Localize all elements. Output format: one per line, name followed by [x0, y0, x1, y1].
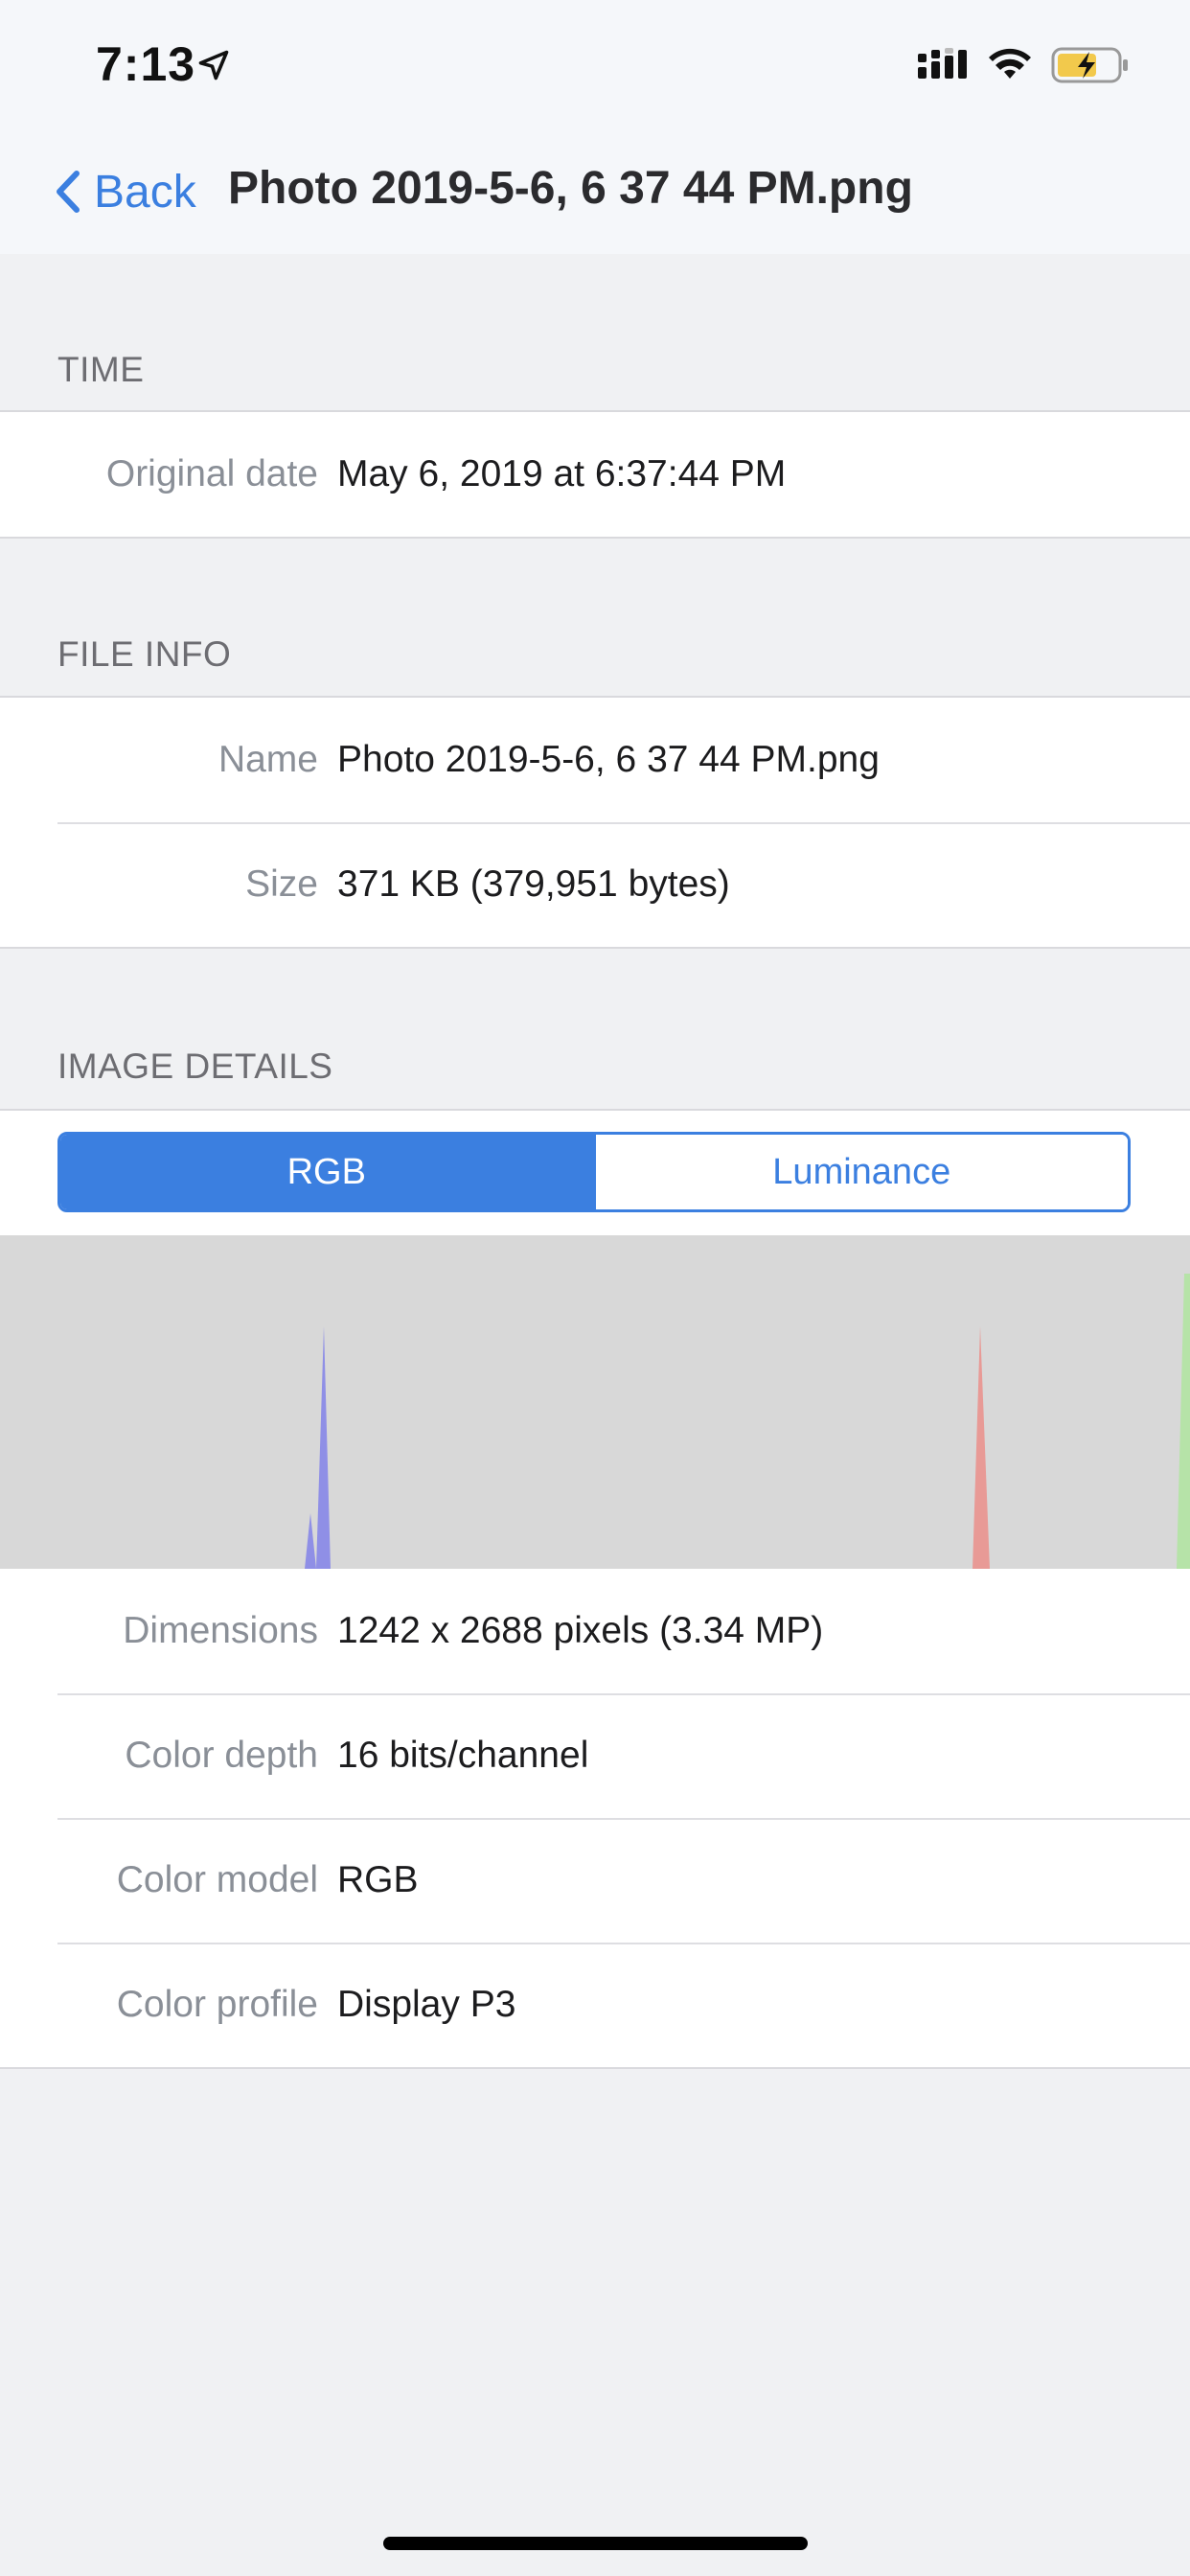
row-value: 16 bits/channel [337, 1735, 589, 1776]
row-label: Name [217, 739, 318, 780]
cellular-signal-icon [918, 48, 967, 79]
navigation-bar: Back Photo 2019-5-6, 6 37 44 PM.png [0, 129, 1190, 254]
segment-luminance[interactable]: Luminance [592, 1135, 1128, 1209]
back-label: Back [94, 166, 196, 218]
color-profile-row: Color profile Display P3 [0, 1943, 1190, 2067]
dimensions-row: Dimensions 1242 x 2688 pixels (3.34 MP) [0, 1569, 1190, 1693]
row-value: RGB [337, 1859, 419, 1900]
row-value: Display P3 [337, 1984, 516, 2025]
segment-rgb[interactable]: RGB [60, 1135, 593, 1209]
row-label: Original date [105, 453, 318, 494]
row-value: May 6, 2019 at 6:37:44 PM [337, 453, 787, 494]
section-header-image-details: IMAGE DETAILS [57, 1046, 333, 1086]
home-indicator[interactable] [383, 2537, 808, 2550]
segmented-control-container: RGB Luminance [0, 1109, 1190, 1237]
status-bar: 7:13 [0, 0, 1190, 129]
section-header-time: TIME [57, 350, 145, 389]
color-depth-row: Color depth 16 bits/channel [0, 1693, 1190, 1818]
chevron-left-icon [57, 171, 80, 213]
histogram [0, 1235, 1190, 1569]
file-info-group: Name Photo 2019-5-6, 6 37 44 PM.png Size… [0, 696, 1190, 949]
row-label: Color depth [125, 1735, 318, 1776]
back-button[interactable]: Back [54, 158, 196, 225]
color-model-row: Color model RGB [0, 1818, 1190, 1943]
wifi-icon [989, 48, 1031, 79]
name-row: Name Photo 2019-5-6, 6 37 44 PM.png [0, 698, 1190, 822]
row-value: 1242 x 2688 pixels (3.34 MP) [337, 1610, 824, 1651]
row-value: Photo 2019-5-6, 6 37 44 PM.png [337, 739, 880, 780]
time-group: Original date May 6, 2019 at 6:37:44 PM [0, 410, 1190, 539]
row-label: Size [245, 863, 318, 905]
size-row: Size 371 KB (379,951 bytes) [0, 822, 1190, 947]
row-label: Dimensions [123, 1610, 318, 1651]
row-label: Color model [116, 1859, 318, 1900]
page-title: Photo 2019-5-6, 6 37 44 PM.png [228, 163, 913, 214]
original-date-row: Original date May 6, 2019 at 6:37:44 PM [0, 412, 1190, 537]
section-header-file-info: FILE INFO [57, 634, 232, 674]
row-label: Color profile [116, 1984, 318, 2025]
histogram-mode-segmented-control: RGB Luminance [57, 1132, 1131, 1212]
status-time: 7:13 [96, 37, 196, 91]
location-arrow-icon [198, 50, 229, 80]
image-details-group: Dimensions 1242 x 2688 pixels (3.34 MP) … [0, 1569, 1190, 2069]
battery-charging-icon [1051, 47, 1128, 83]
row-value: 371 KB (379,951 bytes) [337, 863, 730, 905]
